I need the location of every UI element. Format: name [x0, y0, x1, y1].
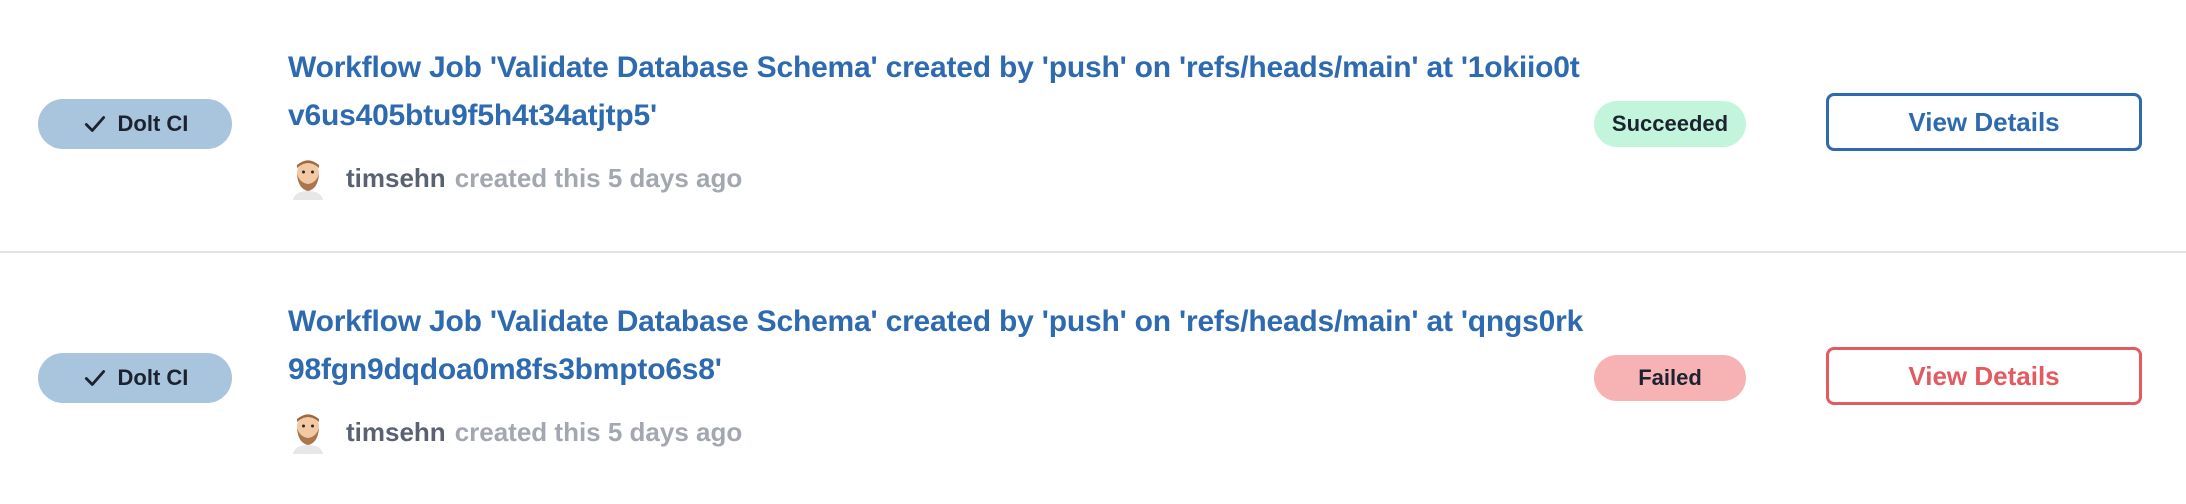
row-divider	[0, 251, 2186, 253]
avatar	[293, 160, 323, 200]
view-details-button[interactable]: View Details	[1826, 93, 2142, 151]
created-text: created this 5 days ago	[454, 416, 743, 447]
job-meta: timsehn created this 5 days ago	[288, 410, 742, 454]
status-badge: Succeeded	[1594, 101, 1746, 147]
job-title-link[interactable]: Workflow Job 'Validate Database Schema' …	[288, 298, 1588, 394]
job-title-link[interactable]: Workflow Job 'Validate Database Schema' …	[288, 44, 1588, 140]
job-row: Dolt CI Workflow Job 'Validate Database …	[0, 254, 2186, 504]
author-name[interactable]: timsehn	[346, 417, 446, 448]
job-row: Dolt CI Workflow Job 'Validate Database …	[0, 0, 2186, 250]
dolt-ci-badge: Dolt CI	[38, 99, 232, 149]
job-meta: timsehn created this 5 days ago	[288, 156, 742, 200]
status-badge: Failed	[1594, 355, 1746, 401]
created-text: created this 5 days ago	[454, 162, 743, 193]
avatar	[293, 414, 323, 454]
badge-label: Dolt CI	[117, 111, 189, 136]
dolt-ci-badge: Dolt CI	[38, 353, 232, 403]
check-icon	[84, 116, 105, 132]
view-details-button[interactable]: View Details	[1826, 347, 2142, 405]
author-name[interactable]: timsehn	[346, 163, 446, 194]
check-icon	[84, 370, 105, 386]
badge-label: Dolt CI	[117, 365, 189, 390]
